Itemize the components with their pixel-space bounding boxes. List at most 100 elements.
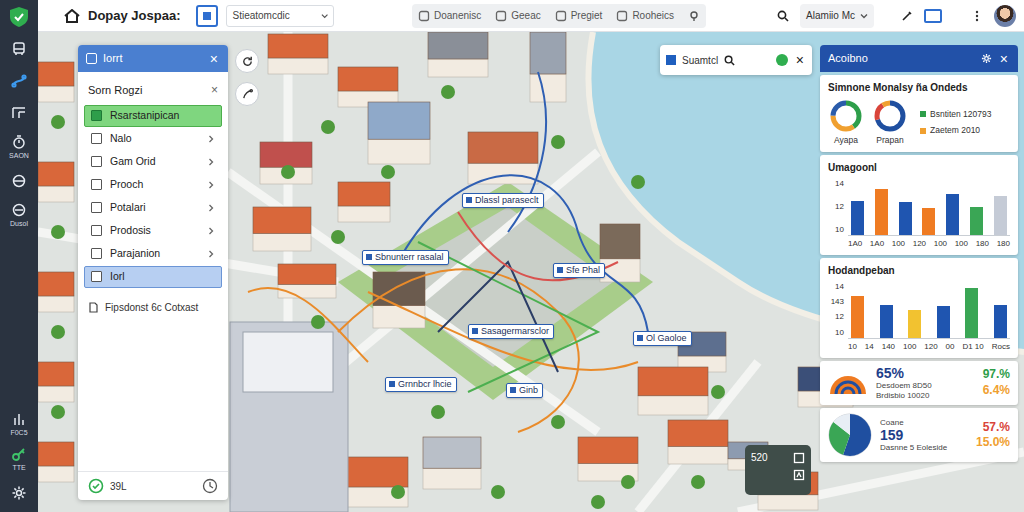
stat-percent: 97.% [983, 367, 1010, 383]
map-label[interactable]: Sbnunterr rasalal [362, 250, 449, 265]
layer-checkbox[interactable] [91, 225, 102, 236]
layer-checkbox[interactable] [91, 202, 102, 213]
tool-icon [555, 10, 567, 22]
building [428, 32, 488, 77]
layer-checkbox[interactable] [91, 248, 102, 259]
layer-item[interactable]: Prooch [84, 174, 222, 196]
layer-item[interactable]: Gam Orid [84, 151, 222, 173]
layer-checkbox[interactable] [91, 179, 102, 190]
map-label[interactable]: Dlassl paraseclt [462, 193, 544, 208]
stat-percent: 6.4% [983, 383, 1010, 399]
disk-button[interactable]: Dusol [3, 200, 35, 230]
home-icon [64, 9, 80, 23]
close-button[interactable]: × [794, 53, 806, 67]
layer-checkbox[interactable] [91, 133, 102, 144]
rail-label: F0C5 [10, 429, 27, 437]
chart-legend: Bsntiten 120793Zaetem 2010 [920, 108, 991, 138]
chevron-icon [207, 158, 215, 166]
layer-item[interactable]: Iorl [84, 266, 222, 288]
map-label[interactable]: Ginb [506, 383, 543, 398]
map-icon[interactable] [793, 469, 805, 481]
counter-box[interactable]: 520 [745, 445, 811, 495]
layer-item[interactable]: Prodosis [84, 220, 222, 242]
user-menu[interactable]: Alamiio Mc [800, 4, 874, 28]
layers-icon[interactable] [3, 100, 35, 126]
layer-item[interactable]: Nalo [84, 128, 222, 150]
layer-item[interactable]: Rsarstanipican [84, 105, 222, 127]
search-icon[interactable] [724, 55, 735, 66]
bar [994, 196, 1007, 235]
panel-subtitle: Sorn Rogzi [88, 82, 142, 99]
tree [551, 415, 565, 429]
stat-text: 65%Desdoem 8D50Brdisbio 10020 [876, 366, 932, 401]
layer-checkbox[interactable] [91, 110, 102, 121]
toolbar-button[interactable]: Doanenisc [418, 8, 481, 23]
settings-icon[interactable] [3, 480, 35, 506]
layer-label: Prodosis [110, 223, 151, 239]
chart-segment [877, 103, 903, 129]
check-circle-icon[interactable] [88, 478, 104, 494]
axis-tick: 10 [828, 224, 844, 236]
layer-item[interactable]: Potalari [84, 197, 222, 219]
chart-segment [840, 425, 861, 446]
footer-link[interactable]: Fipsdonst 6c Cotxast [78, 288, 228, 315]
layer-checkbox[interactable] [91, 156, 102, 167]
timer-icon[interactable] [202, 478, 218, 494]
tree [551, 135, 565, 149]
more-icon[interactable] [968, 10, 986, 22]
layer-checkbox[interactable] [91, 271, 102, 282]
route-icon[interactable] [3, 68, 35, 94]
pin-icon[interactable] [688, 10, 700, 22]
chart-button[interactable]: F0C5 [3, 409, 35, 439]
timer-button[interactable]: SAON [3, 132, 35, 162]
close-button[interactable]: × [998, 52, 1010, 66]
logo-icon [6, 4, 32, 30]
tool-icon [495, 10, 507, 22]
toolbar-button[interactable]: Rooheics [616, 8, 674, 23]
chevron-icon [207, 135, 215, 143]
toolbar-button[interactable]: Geeac [495, 8, 540, 23]
legend-item: Zaetem 2010 [920, 124, 991, 137]
expand-icon[interactable] [793, 452, 805, 464]
dropdown-icon [321, 12, 328, 20]
close-button[interactable]: × [208, 52, 220, 66]
screen-icon[interactable] [924, 9, 942, 23]
building [423, 437, 481, 489]
layer-item[interactable]: Parajanion [84, 243, 222, 265]
map-label[interactable]: Ol Gaoloe [633, 331, 692, 346]
pen-icon[interactable] [898, 10, 916, 22]
search-field[interactable] [226, 5, 334, 27]
building [338, 67, 398, 107]
bar [922, 208, 935, 235]
map-label-text: Dlassl paraseclt [475, 195, 539, 206]
donut-chart: Ayapa [828, 98, 864, 147]
key-button[interactable]: TTE [3, 444, 35, 474]
axis-label: 180 [997, 238, 1010, 250]
map-label[interactable]: Sfe Phal [553, 263, 605, 278]
search-icon[interactable] [774, 10, 792, 22]
map-search[interactable]: Suamtcl × [660, 45, 812, 75]
tree [281, 165, 295, 179]
map-label[interactable]: Grnnbcr lhcie [385, 377, 457, 392]
map-mode-icon[interactable] [196, 5, 218, 27]
search-input[interactable] [232, 8, 321, 23]
target-icon[interactable] [3, 168, 35, 194]
map-view[interactable]: Dlassl paraseclt Sbnunterr rasalal Sfe Pha… [38, 32, 1024, 512]
pie-value: 159 [880, 428, 947, 443]
bus-icon[interactable] [3, 36, 35, 62]
layer-label: Parajanion [110, 246, 160, 262]
map-label[interactable]: Sasagermarsclor [468, 324, 554, 339]
ring-chart [828, 98, 864, 134]
refresh-icon[interactable] [235, 49, 259, 73]
side-rail: SAON Dusol F0C5 TTE [0, 0, 38, 512]
avatar-icon[interactable] [994, 5, 1016, 27]
toolbar-button[interactable]: Pregiet [555, 8, 603, 23]
clear-button[interactable]: × [209, 84, 220, 96]
chart-segment [833, 103, 859, 129]
axis-tick: 14 [828, 281, 844, 293]
gear-icon[interactable] [981, 53, 992, 64]
building [368, 102, 430, 164]
compass-icon[interactable] [235, 82, 259, 106]
panel-subheader: Sorn Rogzi × [78, 72, 228, 105]
y-axis: 141210 [828, 178, 844, 236]
